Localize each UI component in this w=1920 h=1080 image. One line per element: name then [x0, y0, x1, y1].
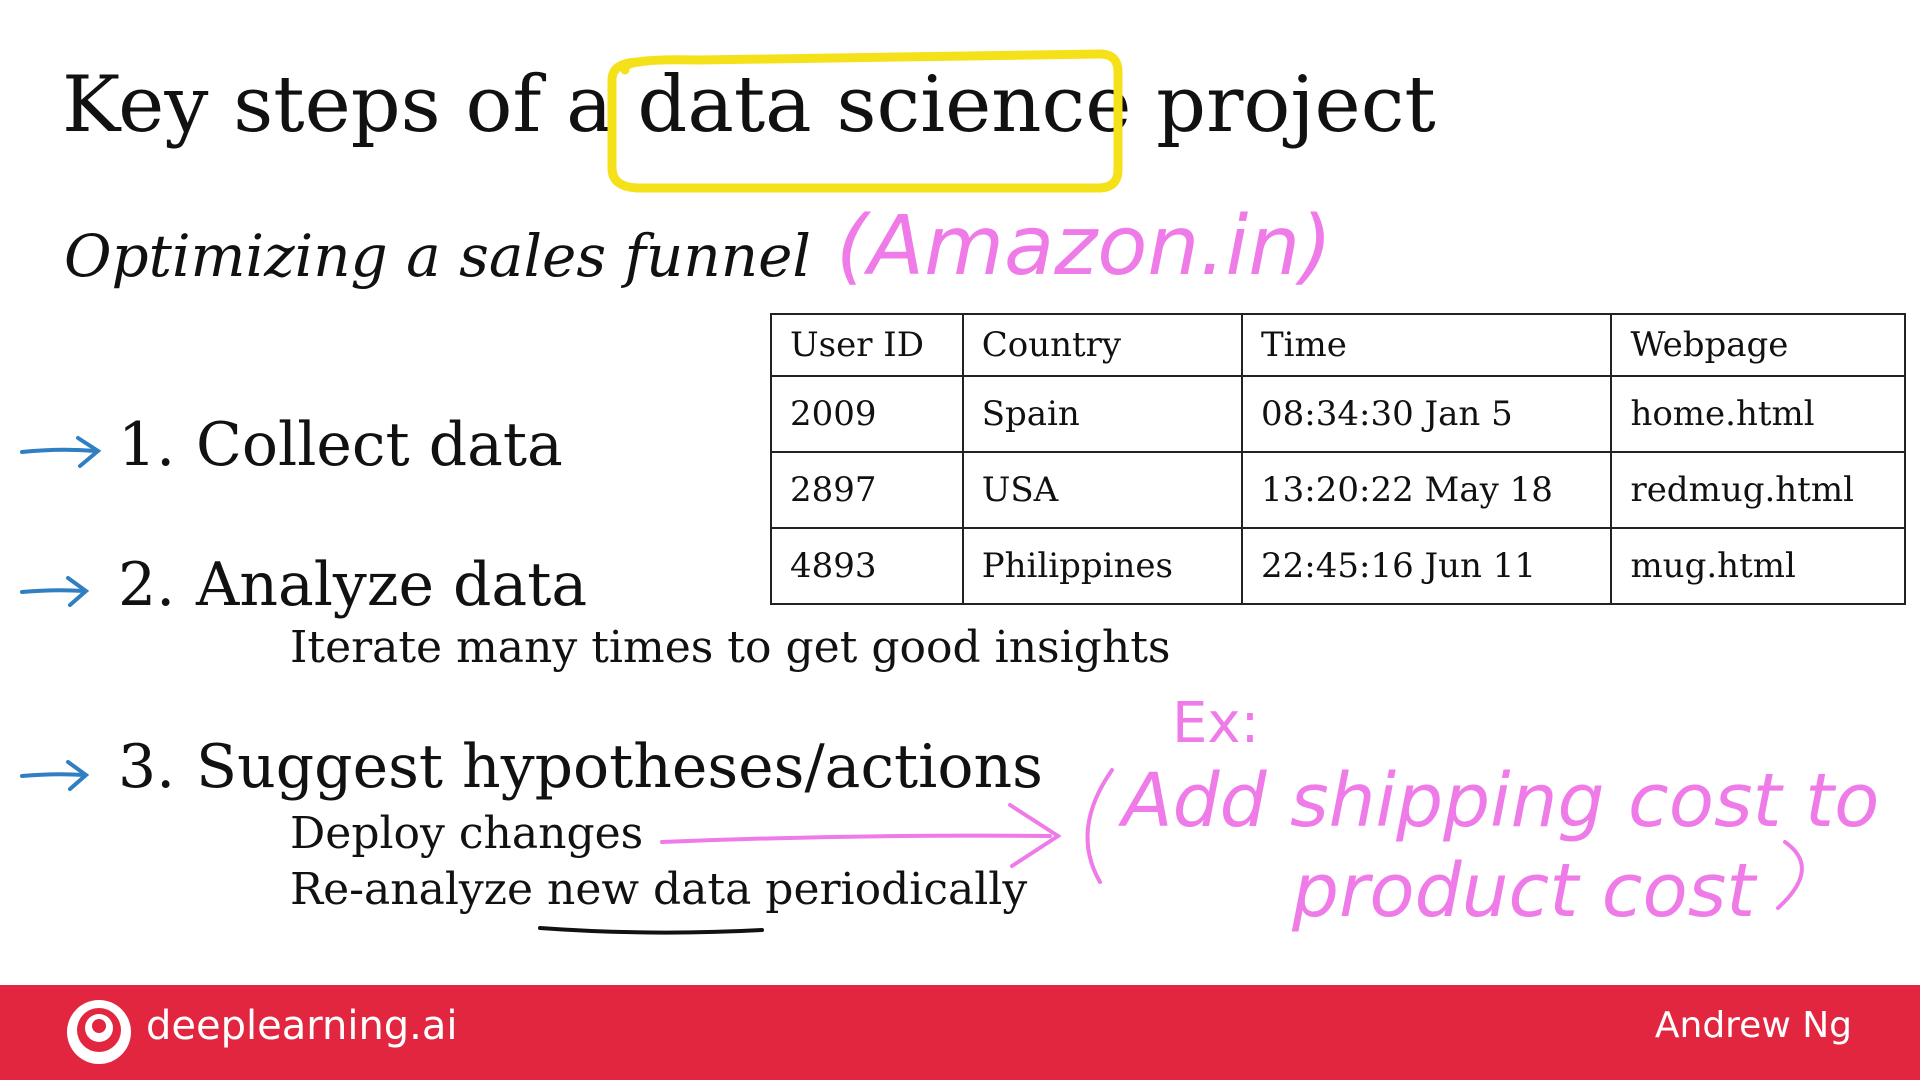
example-line-1: Add shipping cost to — [1118, 758, 1879, 844]
slide: Key steps of a data science project Opti… — [0, 0, 1920, 1080]
header-country: Country — [961, 313, 1244, 377]
example-label: Ex: — [1172, 691, 1259, 756]
cell-country: USA — [961, 451, 1244, 529]
step-2: 2. Analyze data — [118, 550, 587, 620]
step-1: 1. Collect data — [118, 410, 563, 480]
example-line-2: product cost — [1291, 848, 1758, 934]
header-webpage: Webpage — [1610, 313, 1906, 377]
example-arrow-icon — [660, 803, 1062, 868]
underline-new-data — [538, 926, 764, 935]
cell-webpage: home.html — [1610, 375, 1906, 453]
sales-funnel-table: User ID Country Time Webpage 2009 Spain … — [770, 313, 1906, 605]
cell-country: Philippines — [961, 527, 1244, 605]
step-label: Analyze data — [196, 550, 588, 620]
step-number: 3. — [118, 732, 176, 802]
header-user-id: User ID — [770, 313, 964, 377]
table-row: 2897 USA 13:20:22 May 18 redmug.html — [770, 451, 1906, 529]
table-row: 2009 Spain 08:34:30 Jan 5 home.html — [770, 375, 1906, 453]
cell-user-id: 2009 — [770, 375, 964, 453]
cell-time: 13:20:22 May 18 — [1240, 451, 1613, 529]
footer-bar: deeplearning.ai Andrew Ng — [0, 985, 1920, 1080]
site-note: (Amazon.in) — [836, 199, 1332, 294]
step-3: 3. Suggest hypotheses/actions — [118, 732, 1043, 802]
slide-subtitle: Optimizing a sales funnel — [64, 222, 811, 290]
step-2-arrow-icon — [20, 576, 90, 607]
step-label: Suggest hypotheses/actions — [196, 732, 1043, 802]
step-3-detail-deploy: Deploy changes — [290, 808, 644, 859]
example-close-paren — [1776, 840, 1804, 910]
cell-time: 22:45:16 Jun 11 — [1240, 527, 1613, 605]
example-open-paren — [1085, 768, 1114, 884]
step-number: 2. — [118, 550, 176, 620]
title-before: Key steps of a — [62, 60, 638, 150]
step-1-arrow-icon — [20, 436, 102, 468]
cell-country: Spain — [961, 375, 1244, 453]
cell-time: 08:34:30 Jan 5 — [1240, 375, 1613, 453]
header-time: Time — [1240, 313, 1613, 377]
step-3-detail-reanalyze: Re-analyze new data periodically — [290, 864, 1028, 915]
title-after: project — [1131, 60, 1436, 150]
deeplearning-logo-icon — [67, 1000, 131, 1064]
step-label: Collect data — [196, 410, 563, 480]
cell-user-id: 2897 — [770, 451, 964, 529]
step-2-detail: Iterate many times to get good insights — [290, 622, 1171, 673]
cell-webpage: mug.html — [1610, 527, 1906, 605]
brand-name: deeplearning.ai — [146, 1003, 458, 1049]
author-name: Andrew Ng — [1654, 1005, 1852, 1046]
cell-webpage: redmug.html — [1610, 451, 1906, 529]
slide-title: Key steps of a data science project — [62, 66, 1436, 144]
cell-user-id: 4893 — [770, 527, 964, 605]
table-header-row: User ID Country Time Webpage — [770, 313, 1906, 377]
table-row: 4893 Philippines 22:45:16 Jun 11 mug.htm… — [770, 527, 1906, 605]
title-highlight: data science — [637, 60, 1132, 150]
step-3-arrow-icon — [20, 760, 90, 791]
step-number: 1. — [118, 410, 176, 480]
